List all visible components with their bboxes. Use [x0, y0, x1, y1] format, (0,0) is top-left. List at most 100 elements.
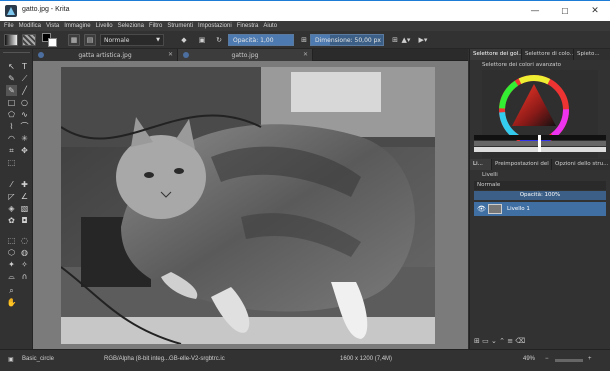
rect-select-icon[interactable]: ⬚ — [6, 235, 17, 246]
layer-opacity-slider[interactable]: Opacità: 100% — [474, 191, 606, 200]
tab-gatta-artistica[interactable]: gatta artistica.jpg ✕ — [33, 49, 178, 61]
tab-color-selector-2[interactable]: Selettore di colo... — [522, 49, 574, 60]
tab-brush-presets[interactable]: Preimpostazioni del p... — [492, 159, 552, 170]
assistant-tool-icon[interactable]: ◸ — [6, 191, 17, 202]
pattern-preset-button[interactable] — [22, 34, 36, 46]
maximize-button[interactable]: ☐ — [550, 1, 580, 21]
pan-tool-icon[interactable]: ✋ — [6, 297, 17, 308]
contiguous-select-icon[interactable]: ✦ — [6, 259, 17, 270]
text-tool-icon[interactable]: T — [19, 61, 30, 72]
delete-layer-icon[interactable]: ⌫ — [515, 337, 525, 345]
eye-icon[interactable]: 👁 — [477, 205, 486, 213]
tab-gatto[interactable]: gatto.jpg ✕ — [178, 49, 313, 61]
similar-select-icon[interactable]: ✧ — [19, 259, 30, 270]
layer-row[interactable]: 👁 Livello 1 — [474, 202, 606, 216]
brush-name: Basic_circle — [22, 356, 55, 362]
brush-icon: ▣ — [8, 357, 14, 363]
line-tool-icon[interactable]: ╱ — [19, 85, 30, 96]
multibrush-icon[interactable]: ✳ — [19, 133, 30, 144]
menu-modifica[interactable]: Modifica — [19, 23, 41, 29]
layer-blend-value: Normale — [477, 182, 501, 188]
rectangle-tool-icon[interactable]: □ — [6, 97, 17, 108]
menu-impostazioni[interactable]: Impostazioni — [198, 23, 232, 29]
reload-preset-icon[interactable]: ↻ — [213, 34, 225, 46]
tab-spieto[interactable]: Spieto... — [574, 49, 610, 60]
opacity-slider[interactable]: Opacità: 1,00 — [228, 34, 294, 46]
menu-immagine[interactable]: Immagine — [64, 23, 90, 29]
magnetic-select-icon[interactable]: ∩ — [19, 271, 30, 282]
move-down-icon[interactable]: ⌄ — [491, 337, 497, 345]
close-tab-icon[interactable]: ✕ — [303, 51, 308, 58]
gradient-tool-icon[interactable]: ▧ — [19, 203, 30, 214]
dynamic-brush-icon[interactable]: ◠ — [6, 133, 17, 144]
polygon-tool-icon[interactable]: ⬠ — [6, 109, 17, 120]
brush-toolbar: ▦ ▤ Normale ▼ ◆ ▣ ↻ Opacità: 1,00 ⊞ Dime… — [0, 31, 610, 49]
colorize-mask-icon[interactable]: ✿ — [6, 215, 17, 226]
document-icon — [183, 52, 189, 58]
cat-photo-canvas[interactable] — [61, 67, 435, 344]
brush-presets-icon[interactable]: ▦ — [68, 34, 80, 46]
preserve-alpha-icon[interactable]: ▣ — [196, 34, 208, 46]
close-tab-icon[interactable]: ✕ — [168, 51, 173, 58]
reference-images-icon[interactable]: ◘ — [19, 215, 30, 226]
close-button[interactable]: ✕ — [580, 1, 610, 21]
polyline-tool-icon[interactable]: ∿ — [19, 109, 30, 120]
move-tool-icon[interactable]: ✥ — [19, 145, 30, 156]
gradient-preset-button[interactable] — [4, 34, 18, 46]
mirror-vertical-icon[interactable]: ▶▾ — [416, 34, 430, 46]
menu-filtro[interactable]: Filtro — [149, 23, 162, 29]
calligraphy-icon[interactable]: ⟋ — [19, 73, 30, 84]
polygon-select-icon[interactable]: ⬡ — [6, 247, 17, 258]
minimize-button[interactable]: — — [520, 1, 550, 21]
fill-tool-icon[interactable]: ◈ — [6, 203, 17, 214]
layer-thumbnail — [488, 204, 502, 214]
tab-tool-options[interactable]: Opzioni dello stru... — [552, 159, 610, 170]
canvas-area[interactable] — [33, 61, 468, 349]
duplicate-layer-icon[interactable]: ▭ — [482, 337, 489, 345]
edit-shapes-icon[interactable]: ✎ — [6, 73, 17, 84]
ellipse-select-icon[interactable]: ◌ — [19, 235, 30, 246]
crop-tool-icon[interactable]: ⌗ — [6, 145, 17, 156]
transform-tool-icon[interactable]: ⬚ — [6, 157, 17, 168]
freehand-brush-icon[interactable]: ✎ — [6, 85, 17, 96]
properties-icon[interactable]: ≡ — [507, 337, 513, 345]
zoom-tool-icon[interactable]: ⌕ — [6, 285, 17, 296]
menu-seleziona[interactable]: Seleziona — [118, 23, 144, 29]
menu-aiuto[interactable]: Aiuto — [263, 23, 277, 29]
menu-livello[interactable]: Livello — [96, 23, 113, 29]
select-shapes-icon[interactable]: ↖ — [6, 61, 17, 72]
bezier-select-icon[interactable]: ⌓ — [6, 271, 17, 282]
measure-tool-icon[interactable]: ∠ — [19, 191, 30, 202]
add-layer-icon[interactable]: ⊞ — [474, 337, 480, 345]
menu-file[interactable]: File — [4, 23, 14, 29]
krita-logo-icon — [5, 5, 17, 17]
color-history-bars[interactable] — [474, 135, 606, 155]
freehand-path-icon[interactable]: ⌒ — [19, 121, 30, 132]
menu-strumenti[interactable]: Strumenti — [167, 23, 193, 29]
background-color-swatch[interactable] — [48, 38, 57, 47]
ellipse-tool-icon[interactable]: ○ — [19, 97, 30, 108]
menu-finestra[interactable]: Finestra — [237, 23, 259, 29]
color-picker-icon[interactable]: ⁄ — [6, 179, 17, 190]
menu-vista[interactable]: Vista — [46, 23, 59, 29]
freehand-select-icon[interactable]: ◍ — [19, 247, 30, 258]
move-up-icon[interactable]: ⌃ — [499, 337, 505, 345]
eraser-mode-icon[interactable]: ◆ — [178, 34, 190, 46]
zoom-out-icon[interactable]: − — [545, 356, 549, 362]
tab-color-selector[interactable]: Selettore dei gol... — [470, 49, 522, 60]
layer-blend-select[interactable]: Normale — [474, 181, 606, 190]
tab-layers[interactable]: Li... — [470, 159, 492, 170]
smart-patch-icon[interactable]: ✚ — [19, 179, 30, 190]
document-icon — [38, 52, 44, 58]
size-slider[interactable]: Dimensione: 50,00 px — [310, 34, 384, 46]
layers-title: Livelli — [482, 172, 498, 178]
mirror-horizontal-icon[interactable]: ▲▾ — [399, 34, 413, 46]
zoom-slider[interactable] — [555, 359, 583, 362]
blend-mode-value: Normale — [104, 37, 130, 44]
blend-mode-select[interactable]: Normale ▼ — [100, 34, 164, 46]
size-label: Dimensione: — [315, 37, 353, 44]
brush-settings-icon[interactable]: ▤ — [84, 34, 96, 46]
bezier-tool-icon[interactable]: ⌇ — [6, 121, 17, 132]
zoom-in-icon[interactable]: + — [588, 356, 592, 362]
lock-opacity-icon[interactable]: ⊞ — [298, 34, 310, 46]
